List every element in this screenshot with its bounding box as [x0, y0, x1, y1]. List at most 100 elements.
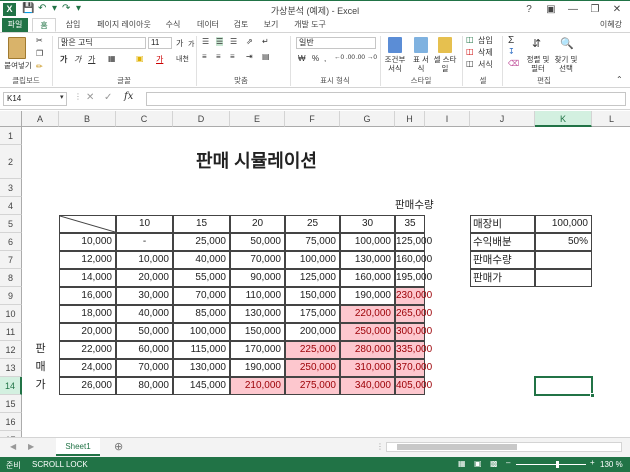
align-right-icon[interactable]: ≡	[230, 52, 235, 61]
result-cell[interactable]: 90,000	[230, 269, 285, 287]
param-label[interactable]: 판매가	[470, 269, 535, 287]
price-value[interactable]: 12,000	[59, 251, 116, 269]
quantity-caption[interactable]: 판매수량	[395, 197, 434, 215]
result-cell[interactable]: 230,000	[395, 287, 432, 305]
sort-filter-icon[interactable]: ⇵	[532, 37, 541, 50]
result-cell[interactable]: 370,000	[395, 359, 432, 377]
scroll-tabs-right-icon[interactable]: ▶	[28, 442, 34, 451]
price-caption-char[interactable]: 판	[22, 341, 59, 359]
tab-file[interactable]: 파일	[2, 18, 28, 32]
ribbon-display-icon[interactable]: ▣	[540, 2, 562, 17]
currency-icon[interactable]: ₩	[298, 54, 306, 63]
row-header-2[interactable]: 2	[0, 145, 22, 179]
price-value[interactable]: 14,000	[59, 269, 116, 287]
sheet-title[interactable]: 판매 시뮬레이션	[173, 145, 340, 179]
result-cell[interactable]: 30,000	[116, 287, 173, 305]
tab-view[interactable]: 보기	[258, 18, 284, 32]
sheet-tab-sheet1[interactable]: Sheet1	[56, 438, 100, 456]
bold-button[interactable]: 가	[60, 54, 67, 65]
zoom-slider[interactable]	[516, 461, 586, 468]
row-header-10[interactable]: 10	[0, 305, 22, 323]
wrap-text-icon[interactable]: ↵	[262, 37, 269, 46]
indent-icon[interactable]: ⇥	[246, 52, 253, 61]
select-all-corner[interactable]	[0, 111, 22, 127]
column-header-l[interactable]: L	[592, 111, 630, 127]
price-caption-char[interactable]: 가	[22, 377, 59, 395]
result-cell[interactable]: 20,000	[116, 269, 173, 287]
decrease-decimal-icon[interactable]: .00 →0	[356, 54, 377, 61]
result-cell[interactable]: 100,000	[340, 233, 395, 251]
result-cell[interactable]: 80,000	[116, 377, 173, 395]
borders-icon[interactable]: ▦	[108, 54, 116, 63]
user-name[interactable]: 이혜강	[600, 19, 622, 30]
fill-color-icon[interactable]: ▣	[136, 54, 144, 63]
close-button[interactable]: ✕	[606, 2, 628, 17]
column-header-d[interactable]: D	[173, 111, 230, 127]
result-cell[interactable]: 25,000	[173, 233, 230, 251]
merge-center-icon[interactable]: ▤	[262, 52, 270, 61]
page-break-view-icon[interactable]: ▩	[490, 459, 498, 468]
worksheet-grid[interactable]: ABCDEFGHIJKL 1234567891011121314151617 판…	[0, 111, 630, 437]
column-header-e[interactable]: E	[230, 111, 285, 127]
row-header-6[interactable]: 6	[0, 233, 22, 251]
row-header-14[interactable]: 14	[0, 377, 22, 395]
new-sheet-icon[interactable]: ⊕	[114, 440, 123, 453]
delete-cells-button[interactable]: 삭제	[478, 47, 493, 58]
result-cell[interactable]: 130,000	[173, 359, 230, 377]
result-cell[interactable]: 130,000	[230, 305, 285, 323]
tab-page-layout[interactable]: 페이지 레이아웃	[92, 18, 156, 32]
format-cells-icon[interactable]: ◫	[466, 59, 474, 68]
column-header-b[interactable]: B	[59, 111, 116, 127]
font-size-combo[interactable]: 11	[148, 37, 172, 49]
result-cell[interactable]: 405,000	[395, 377, 432, 395]
formula-input[interactable]	[146, 92, 626, 106]
paste-icon[interactable]	[8, 37, 26, 59]
delete-cells-icon[interactable]: ◫	[466, 47, 474, 56]
result-cell[interactable]: 150,000	[230, 323, 285, 341]
result-cell[interactable]: 220,000	[340, 305, 395, 323]
tab-insert[interactable]: 삽입	[60, 18, 86, 32]
paste-button[interactable]: 붙여넣기	[2, 61, 34, 70]
price-value[interactable]: 22,000	[59, 341, 116, 359]
quantity-header[interactable]: 20	[230, 215, 285, 233]
sort-filter-button[interactable]: 정렬 및 필터	[524, 55, 552, 73]
format-as-table-icon[interactable]	[414, 37, 428, 53]
result-cell[interactable]: 60,000	[116, 341, 173, 359]
result-cell[interactable]: 250,000	[285, 359, 340, 377]
tab-formulas[interactable]: 수식	[160, 18, 186, 32]
quantity-header[interactable]: 10	[116, 215, 173, 233]
comma-icon[interactable]: ,	[324, 54, 326, 63]
row-header-7[interactable]: 7	[0, 251, 22, 269]
row-header-15[interactable]: 15	[0, 395, 22, 413]
result-cell[interactable]: 75,000	[285, 233, 340, 251]
scrollbar-thumb[interactable]	[397, 444, 517, 450]
column-header-f[interactable]: F	[285, 111, 340, 127]
result-cell[interactable]: 50,000	[230, 233, 285, 251]
name-box-dropdown-icon[interactable]: ▾	[60, 93, 64, 101]
percent-icon[interactable]: %	[312, 54, 319, 63]
result-cell[interactable]: 125,000	[395, 233, 432, 251]
orientation-icon[interactable]: ⇗	[246, 37, 253, 46]
tab-developer[interactable]: 개발 도구	[288, 18, 332, 32]
row-header-8[interactable]: 8	[0, 269, 22, 287]
insert-cells-button[interactable]: 삽입	[478, 35, 493, 46]
price-value[interactable]: 20,000	[59, 323, 116, 341]
horizontal-scrollbar[interactable]	[386, 442, 622, 452]
result-cell[interactable]: 280,000	[340, 341, 395, 359]
param-value[interactable]	[535, 251, 592, 269]
result-cell[interactable]: 55,000	[173, 269, 230, 287]
result-cell[interactable]: 50,000	[116, 323, 173, 341]
insert-function-icon[interactable]: fx	[124, 91, 133, 102]
page-layout-view-icon[interactable]: ▣	[474, 459, 482, 468]
result-cell[interactable]: 160,000	[340, 269, 395, 287]
cancel-icon[interactable]: ✕	[86, 92, 94, 103]
result-cell[interactable]: 160,000	[395, 251, 432, 269]
table-corner-cell[interactable]	[59, 215, 116, 233]
result-cell[interactable]: 100,000	[173, 323, 230, 341]
align-center-icon[interactable]: ≡	[216, 52, 221, 61]
param-value[interactable]: 50%	[535, 233, 592, 251]
shrink-font-icon[interactable]: 가	[188, 39, 194, 49]
zoom-out-icon[interactable]: –	[506, 458, 510, 467]
row-header-12[interactable]: 12	[0, 341, 22, 359]
cell-styles-button[interactable]: 셀 스타일	[432, 55, 458, 73]
